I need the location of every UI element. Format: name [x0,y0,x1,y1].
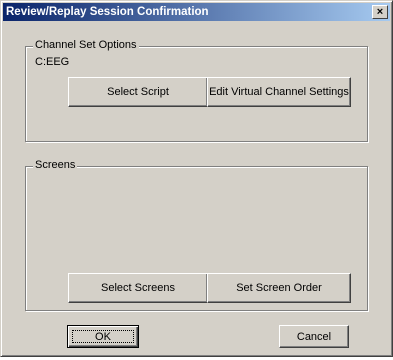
close-icon: × [376,6,384,18]
channel-set-value: C:EEG [35,56,70,68]
select-screens-label: Select Screens [101,282,175,294]
screens-group: Screens Select Screens Set Screen Order [25,159,368,311]
channel-set-options-legend: Channel Set Options [33,39,139,51]
set-screen-order-button[interactable]: Set Screen Order [207,273,351,303]
cancel-label: Cancel [296,330,332,343]
session-confirmation-dialog: Review/Replay Session Confirmation × Cha… [0,0,393,357]
channel-set-options-group: Channel Set Options C:EEG Select Script … [25,39,368,142]
cancel-button[interactable]: Cancel [279,325,349,348]
edit-virtual-channel-settings-label: Edit Virtual Channel Settings [209,86,349,98]
select-screens-button[interactable]: Select Screens [68,273,208,303]
title-bar[interactable]: Review/Replay Session Confirmation × [3,3,390,21]
set-screen-order-label: Set Screen Order [236,282,322,294]
focus-rectangle [72,330,134,343]
select-script-label: Select Script [107,86,169,98]
select-script-button[interactable]: Select Script [68,77,208,107]
edit-virtual-channel-settings-button[interactable]: Edit Virtual Channel Settings [207,77,351,107]
close-button[interactable]: × [372,5,388,19]
ok-button[interactable]: OK [67,325,139,348]
window-title: Review/Replay Session Confirmation [6,6,209,18]
screens-legend: Screens [33,159,78,171]
